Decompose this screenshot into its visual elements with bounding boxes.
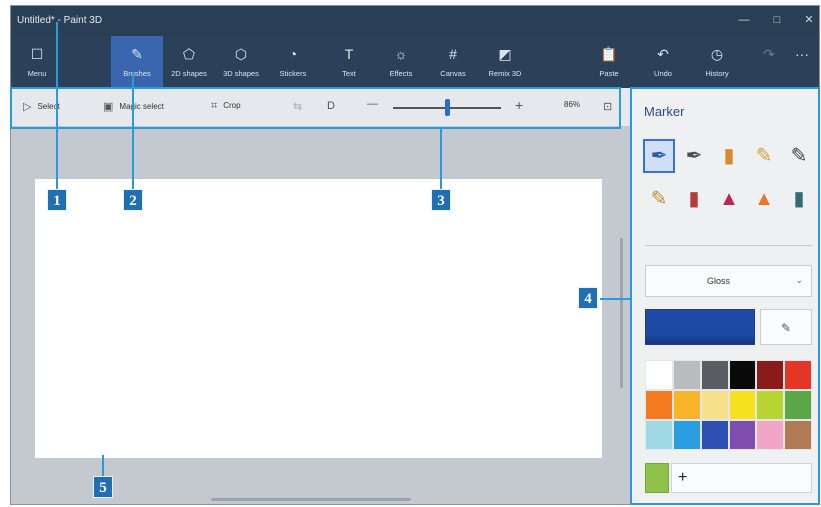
panel-highlight-frame <box>630 87 820 505</box>
horizontal-scrollbar[interactable] <box>211 498 411 501</box>
history-icon: ◷ <box>710 46 724 62</box>
paste-icon: 📋 <box>600 46 618 62</box>
2d-shapes-label: 2D shapes <box>171 69 207 78</box>
undo-label: Undo <box>654 69 672 78</box>
3d-shapes-icon: ⬡ <box>234 46 248 62</box>
text-button[interactable]: T Text <box>323 36 375 88</box>
stickers-label: Stickers <box>279 69 307 78</box>
text-icon: T <box>344 46 354 62</box>
stickers-button[interactable]: ◔ Stickers <box>267 36 319 88</box>
callout-line-3 <box>440 129 442 190</box>
vertical-scrollbar[interactable] <box>620 238 623 388</box>
history-button[interactable]: ◷ History <box>691 36 743 88</box>
3d-shapes-label: 3D shapes <box>223 69 259 78</box>
remix-3d-label: Remix 3D <box>488 69 522 78</box>
history-label: History <box>705 69 729 78</box>
callout-line-5 <box>102 455 104 477</box>
brushes-label: Brushes <box>123 69 151 78</box>
2d-shapes-icon: ⬠ <box>182 46 196 62</box>
effects-button[interactable]: ☼ Effects <box>375 36 427 88</box>
title-bar: Untitled* - Paint 3D — □ ✕ <box>11 6 819 36</box>
window-title: Untitled* - Paint 3D <box>17 15 103 26</box>
canvas-icon: # <box>449 46 457 62</box>
text-label: Text <box>342 69 356 78</box>
canvas-label: Canvas <box>440 69 466 78</box>
brushes-button[interactable]: ✎ Brushes <box>111 36 163 88</box>
remix-3d-button[interactable]: ◩ Remix 3D <box>479 36 531 88</box>
undo-icon: ↶ <box>657 46 669 62</box>
3d-shapes-button[interactable]: ⬡ 3D shapes <box>215 36 267 88</box>
callout-badge-3: 3 <box>431 189 451 211</box>
more-options-button[interactable]: ··· <box>783 36 819 88</box>
paste-label: Paste <box>599 69 619 78</box>
callout-badge-2: 2 <box>123 189 143 211</box>
paste-button[interactable]: 📋 Paste <box>583 36 635 88</box>
effects-icon: ☼ <box>394 46 408 62</box>
2d-shapes-button[interactable]: ⬠ 2D shapes <box>163 36 215 88</box>
callout-badge-5: 5 <box>93 476 113 498</box>
undo-button[interactable]: ↶ Undo <box>637 36 689 88</box>
more-icon: ··· <box>795 46 809 62</box>
callout-badge-4: 4 <box>578 287 598 309</box>
callout-badge-1: 1 <box>47 189 67 211</box>
drawing-canvas[interactable] <box>35 179 602 458</box>
stickers-icon: ◔ <box>288 46 298 62</box>
effects-label: Effects <box>389 69 413 78</box>
toolbar-highlight-frame <box>10 87 621 129</box>
minimize-button[interactable]: — <box>735 12 753 28</box>
callout-line-1 <box>56 22 58 190</box>
callout-line-2 <box>132 72 134 190</box>
remix-3d-icon: ◩ <box>498 46 512 62</box>
workspace-area <box>11 126 631 504</box>
callout-line-4 <box>600 298 630 300</box>
brush-icon: ✎ <box>131 46 143 62</box>
close-button[interactable]: ✕ <box>800 12 818 28</box>
canvas-button[interactable]: # Canvas <box>427 36 479 88</box>
maximize-button[interactable]: □ <box>768 12 786 28</box>
